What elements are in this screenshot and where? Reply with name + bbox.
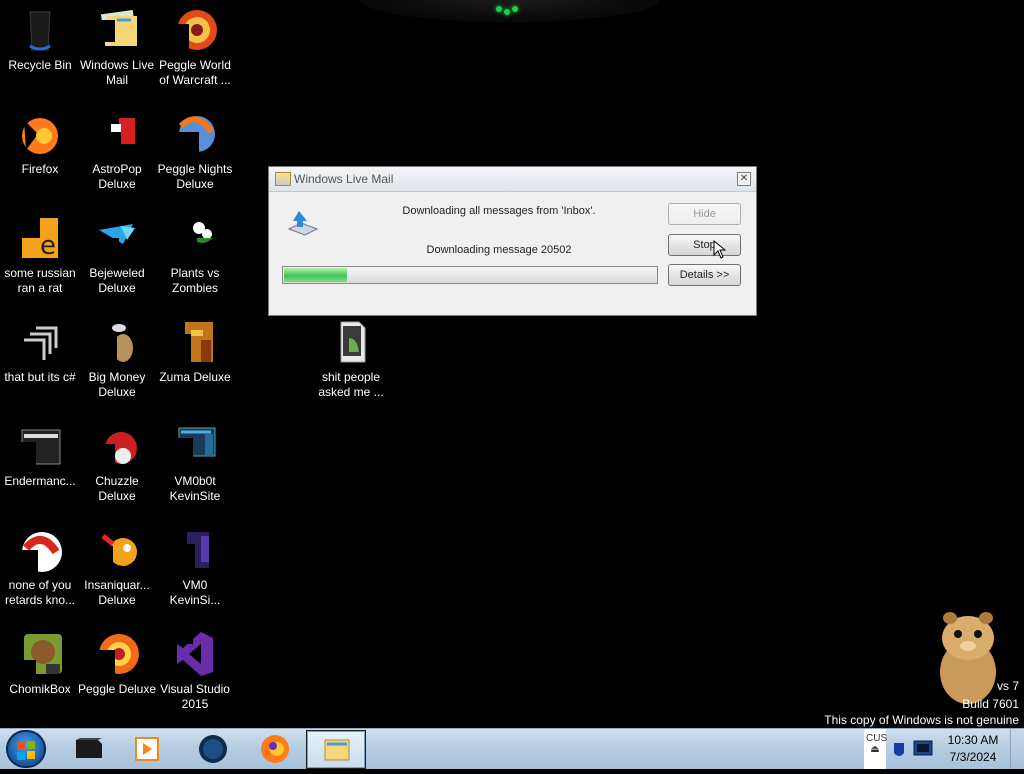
desktop-icon-chomikbox[interactable]: ChomikBox (0, 626, 80, 697)
peggle-wow-icon (171, 6, 219, 54)
desktop-icon-visual-studio[interactable]: Visual Studio 2015 (155, 626, 235, 712)
taskbar-globe-app[interactable] (184, 730, 242, 767)
plants-vs-zombies-icon (171, 214, 219, 262)
peggle-nights-icon (171, 110, 219, 158)
desktop-icon-recycle-bin[interactable]: Recycle Bin (0, 2, 80, 73)
desktop-icon-big-money[interactable]: Big Money Deluxe (77, 314, 157, 400)
desktop-icon-endermanc[interactable]: Endermanc... (0, 418, 80, 489)
start-button[interactable] (6, 730, 46, 768)
desktop-icon-firefox[interactable]: Firefox (0, 106, 80, 177)
zuma-icon (171, 318, 219, 366)
folder-icon (327, 318, 375, 366)
download-progress-bar (282, 266, 658, 284)
clock-date: 7/3/2024 (949, 750, 997, 764)
rat-shortcut-icon: e (16, 214, 64, 262)
dialog-body: Downloading all messages from 'Inbox'. D… (269, 192, 756, 315)
firefox-icon (261, 735, 289, 763)
desktop-icon-vm0b0t[interactable]: VM0b0t KevinSite (155, 418, 235, 504)
desktop-icon-folder[interactable]: shit people asked me ... (311, 314, 391, 400)
big-money-icon (93, 318, 141, 366)
desktop-icon-astropop[interactable]: AstroPop Deluxe (77, 106, 157, 192)
desktop-icon-that-but-its-csharp[interactable]: that but its c# (0, 314, 80, 385)
download-icon (285, 207, 321, 237)
console-app-icon (76, 738, 102, 758)
clock-time: 10:30 AM (947, 733, 999, 747)
taskbar-console-app[interactable] (60, 730, 118, 767)
taskbar-firefox[interactable] (246, 730, 304, 767)
desktop-icon-none-of-you[interactable]: none of you retards kno... (0, 522, 80, 608)
download-dialog: Windows Live Mail ✕ Downloading all mess… (268, 166, 757, 316)
show-desktop-button[interactable] (1010, 729, 1024, 769)
taskbar: CUS ⏏ 10:30 AM 7/3/2024 (0, 728, 1024, 769)
dialog-title: Windows Live Mail (294, 172, 394, 186)
watermark-line1: vs 7 (996, 679, 1019, 693)
desktop-icon-windows-live-mail[interactable]: Windows Live Mail (77, 2, 157, 88)
details-button[interactable]: Details >> (668, 264, 741, 286)
insaniquarium-icon (93, 526, 141, 574)
tray-display[interactable] (912, 729, 934, 769)
shortcut-icon (16, 526, 64, 574)
astropop-icon (93, 110, 141, 158)
desktop-icon-zuma[interactable]: Zuma Deluxe (155, 314, 235, 385)
desktop-icon-peggle-nights[interactable]: Peggle Nights Deluxe (155, 106, 235, 192)
progress-line: Downloading message 20502 (426, 244, 572, 256)
chuzzle-icon (93, 422, 141, 470)
windows-live-mail-icon (275, 172, 291, 186)
system-clock[interactable]: 10:30 AM 7/3/2024 (940, 732, 1006, 766)
peggle-icon (93, 630, 141, 678)
status-line: Downloading all messages from 'Inbox'. (402, 205, 596, 217)
vm0-icon (171, 526, 219, 574)
desktop-icon-bejeweled[interactable]: Bejeweled Deluxe (77, 210, 157, 296)
vm0b0t-icon (171, 422, 219, 470)
taskbar-media-player[interactable] (118, 730, 176, 767)
mouse-cursor-icon (713, 240, 727, 259)
media-player-icon (135, 737, 159, 761)
desktop-icon-some-russian[interactable]: e some russian ran a rat (0, 210, 80, 296)
firefox-icon (16, 110, 64, 158)
top-gadget (360, 0, 660, 22)
desktop-icon-chuzzle[interactable]: Chuzzle Deluxe (77, 418, 157, 504)
console-icon (16, 422, 64, 470)
tray-text: CUS (866, 733, 888, 744)
tray-shield[interactable] (892, 729, 906, 769)
desktop-icon-vm0[interactable]: VM0 KevinSi... (155, 522, 235, 608)
dialog-title-bar[interactable]: Windows Live Mail ✕ (269, 167, 756, 192)
desktop-icon-peggle-wow[interactable]: Peggle World of Warcraft ... (155, 2, 235, 88)
globe-app-icon (199, 735, 227, 763)
desktop-icon-plants-vs-zombies[interactable]: Plants vs Zombies (155, 210, 235, 296)
chomikbox-icon (16, 630, 64, 678)
close-button[interactable]: ✕ (737, 172, 751, 186)
progress-fill (284, 268, 347, 282)
windows-live-mail-icon (324, 739, 350, 761)
watermark-line3: This copy of Windows is not genuine (824, 713, 1019, 727)
hamster-image (928, 602, 1006, 707)
windows-live-mail-icon (93, 6, 141, 54)
svg-text:e: e (40, 231, 56, 261)
shield-icon (894, 743, 904, 756)
bejeweled-icon (93, 214, 141, 262)
recycle-bin-icon (16, 6, 64, 54)
visual-studio-icon (171, 630, 219, 678)
display-icon (913, 740, 933, 756)
led-indicator (496, 6, 524, 15)
windows-logo-icon (17, 741, 35, 760)
eject-icon: ⏏ (870, 744, 880, 755)
hide-button[interactable]: Hide (668, 203, 741, 225)
desktop-icon-insaniquarium[interactable]: Insaniquar... Deluxe (77, 522, 157, 608)
tray-cus-indicator[interactable]: CUS ⏏ (864, 729, 888, 769)
watermark-line2: Build 7601 (962, 697, 1019, 711)
taskbar-windows-live-mail[interactable] (306, 730, 366, 769)
desktop-icon-peggle-deluxe[interactable]: Peggle Deluxe (77, 626, 157, 697)
copy-shortcut-icon (16, 318, 64, 366)
